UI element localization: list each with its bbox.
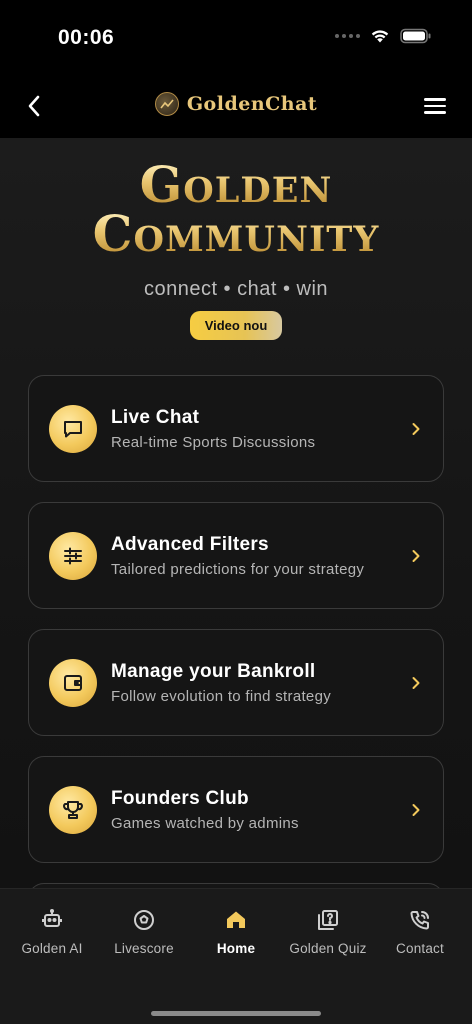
trophy-icon xyxy=(49,785,97,834)
tagline: connect • chat • win xyxy=(143,278,329,300)
feature-cards: Live Chat Real-time Sports Discussions A… xyxy=(28,375,444,883)
menu-button[interactable] xyxy=(424,92,452,120)
main-content: Golden Community connect • chat • win Vi… xyxy=(0,138,472,888)
status-icons xyxy=(335,28,432,44)
tab-label: Contact xyxy=(396,941,444,956)
nav-bar: GoldenChat xyxy=(0,80,472,138)
card-founders-club[interactable]: Founders Club Games watched by admins xyxy=(28,756,444,863)
card-subtitle: Follow evolution to find strategy xyxy=(111,687,332,705)
tab-label: Livescore xyxy=(114,941,174,956)
chevron-right-icon xyxy=(412,676,420,689)
hero-title-line1: Golden xyxy=(0,160,472,210)
tab-label: Golden Quiz xyxy=(289,941,367,956)
hero-title-line2: Community xyxy=(0,209,472,259)
card-live-chat[interactable]: Live Chat Real-time Sports Discussions xyxy=(28,375,444,482)
wifi-icon xyxy=(371,30,389,43)
battery-icon xyxy=(400,28,431,44)
card-manage-bankroll[interactable]: Manage your Bankroll Follow evolution to… xyxy=(28,629,444,736)
tab-bar: Golden AI Livescore Home Golden Quiz Con… xyxy=(0,888,472,1024)
card-advanced-filters[interactable]: Advanced Filters Tailored predictions fo… xyxy=(28,502,444,609)
tab-golden-quiz[interactable]: Golden Quiz xyxy=(283,907,373,956)
tab-contact[interactable]: Contact xyxy=(375,907,465,956)
brand: GoldenChat xyxy=(0,92,472,116)
home-indicator xyxy=(151,1011,321,1016)
card-subtitle: Games watched by admins xyxy=(111,814,299,832)
signal-icon xyxy=(335,34,360,38)
chevron-right-icon xyxy=(412,549,420,562)
chat-icon xyxy=(49,404,97,453)
sliders-icon xyxy=(49,531,97,580)
tab-label: Golden AI xyxy=(21,941,83,956)
brand-name: GoldenChat xyxy=(186,93,318,115)
robot-icon xyxy=(40,907,64,933)
tab-livescore[interactable]: Livescore xyxy=(99,907,189,956)
status-time: 00:06 xyxy=(58,26,115,49)
chevron-right-icon xyxy=(412,803,420,816)
quiz-icon xyxy=(316,907,340,933)
hero-title: Golden Community xyxy=(0,160,472,259)
card-subtitle: Tailored predictions for your strategy xyxy=(111,560,365,578)
soccer-ball-icon xyxy=(132,907,156,933)
tab-golden-ai[interactable]: Golden AI xyxy=(7,907,97,956)
chevron-right-icon xyxy=(412,422,420,435)
video-badge-button[interactable]: Video nou xyxy=(190,311,282,340)
home-icon xyxy=(224,907,248,933)
card-subtitle: Real-time Sports Discussions xyxy=(111,433,316,451)
brand-logo-icon xyxy=(154,92,179,116)
tab-label: Home xyxy=(216,941,256,956)
tab-home[interactable]: Home xyxy=(191,907,281,956)
menu-icon xyxy=(424,98,446,101)
wallet-icon xyxy=(49,658,97,707)
card-title: Manage your Bankroll xyxy=(111,660,316,682)
card-title: Advanced Filters xyxy=(111,533,269,555)
phone-icon xyxy=(408,907,432,933)
card-title: Live Chat xyxy=(111,406,200,428)
status-bar: 00:06 xyxy=(0,0,472,80)
card-title: Founders Club xyxy=(111,787,249,809)
